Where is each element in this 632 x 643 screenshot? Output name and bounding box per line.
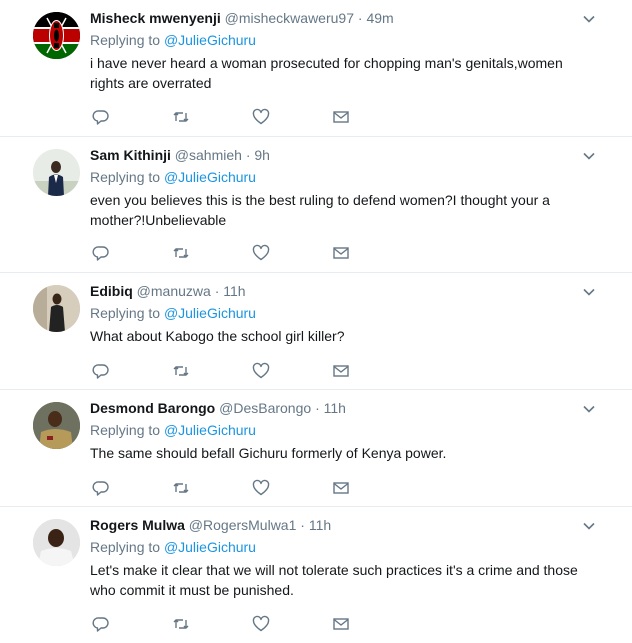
retweet-icon[interactable] — [172, 108, 192, 128]
replying-to-label: Replying to — [90, 422, 161, 438]
display-name[interactable]: Desmond Barongo — [90, 400, 215, 416]
tweet-text: i have never heard a woman prosecuted fo… — [90, 55, 563, 91]
reply-to-link[interactable]: @JulieGichuru — [164, 539, 256, 555]
heart-icon[interactable] — [252, 362, 272, 382]
chevron-down-icon[interactable] — [582, 149, 596, 163]
envelope-icon[interactable] — [332, 362, 352, 382]
timestamp[interactable]: 11h — [223, 283, 245, 299]
tweet-text: The same should befall Gichuru formerly … — [90, 445, 447, 461]
tweet[interactable]: Sam Kithinji @sahmieh · 9h Replying to @… — [0, 137, 632, 273]
reply-icon[interactable] — [92, 244, 112, 264]
reply-icon[interactable] — [92, 615, 112, 635]
tweet-text: Let's make it clear that we will not tol… — [90, 562, 578, 598]
avatar[interactable] — [33, 149, 80, 196]
person-photo-image — [33, 519, 80, 566]
envelope-icon[interactable] — [332, 244, 352, 264]
display-name[interactable]: Edibiq — [90, 283, 133, 299]
tweet[interactable]: Misheck mwenyenji @misheckwaweru97 · 49m… — [0, 0, 632, 137]
user-handle[interactable]: @sahmieh — [175, 147, 242, 163]
user-handle[interactable]: @manuzwa — [137, 283, 211, 299]
separator-dot: · — [357, 10, 363, 26]
chevron-down-icon[interactable] — [582, 402, 596, 416]
person-photo-image — [33, 402, 80, 449]
tweet[interactable]: Rogers Mulwa @RogersMulwa1 · 11h Replyin… — [0, 507, 632, 643]
person-photo-image — [33, 285, 80, 332]
tweet-text: What about Kabogo the school girl killer… — [90, 328, 345, 344]
envelope-icon[interactable] — [332, 615, 352, 635]
user-handle[interactable]: @misheckwaweru97 — [225, 10, 354, 26]
replying-to-label: Replying to — [90, 539, 161, 555]
envelope-icon[interactable] — [332, 479, 352, 499]
display-name[interactable]: Rogers Mulwa — [90, 517, 185, 533]
reply-to-link[interactable]: @JulieGichuru — [164, 422, 256, 438]
timestamp[interactable]: 9h — [254, 147, 270, 163]
reply-to-link[interactable]: @JulieGichuru — [164, 32, 256, 48]
display-name[interactable]: Sam Kithinji — [90, 147, 171, 163]
heart-icon[interactable] — [252, 244, 272, 264]
timestamp[interactable]: 11h — [324, 400, 346, 416]
chevron-down-icon[interactable] — [582, 285, 596, 299]
replying-to-label: Replying to — [90, 169, 161, 185]
separator-dot: · — [315, 400, 320, 416]
reply-icon[interactable] — [92, 108, 112, 128]
avatar[interactable] — [33, 285, 80, 332]
reply-to-link[interactable]: @JulieGichuru — [164, 169, 256, 185]
tweet-text: even you believes this is the best rulin… — [90, 192, 550, 228]
retweet-icon[interactable] — [172, 362, 192, 382]
kenya-flag-avatar-image — [33, 12, 80, 59]
reply-icon[interactable] — [92, 479, 112, 499]
avatar[interactable] — [33, 402, 80, 449]
timestamp[interactable]: 49m — [366, 10, 393, 26]
heart-icon[interactable] — [252, 479, 272, 499]
heart-icon[interactable] — [252, 108, 272, 128]
person-photo-image — [33, 149, 80, 196]
chevron-down-icon[interactable] — [582, 519, 596, 533]
replying-to-label: Replying to — [90, 32, 161, 48]
user-handle[interactable]: @RogersMulwa1 — [189, 517, 297, 533]
separator-dot: · — [245, 147, 251, 163]
display-name[interactable]: Misheck mwenyenji — [90, 10, 221, 26]
chevron-down-icon[interactable] — [582, 12, 596, 26]
reply-to-link[interactable]: @JulieGichuru — [164, 305, 256, 321]
retweet-icon[interactable] — [172, 479, 192, 499]
retweet-icon[interactable] — [172, 615, 192, 635]
tweet[interactable]: Desmond Barongo @DesBarongo · 11h Replyi… — [0, 390, 632, 507]
tweet[interactable]: Edibiq @manuzwa · 11h Replying to @Julie… — [0, 273, 632, 390]
avatar[interactable] — [33, 519, 80, 566]
user-handle[interactable]: @DesBarongo — [219, 400, 311, 416]
heart-icon[interactable] — [252, 615, 272, 635]
replying-to-label: Replying to — [90, 305, 161, 321]
timestamp[interactable]: 11h — [309, 517, 331, 533]
separator-dot: · — [300, 517, 305, 533]
envelope-icon[interactable] — [332, 108, 352, 128]
avatar[interactable] — [33, 12, 80, 59]
separator-dot: · — [214, 283, 220, 299]
retweet-icon[interactable] — [172, 244, 192, 264]
reply-icon[interactable] — [92, 362, 112, 382]
